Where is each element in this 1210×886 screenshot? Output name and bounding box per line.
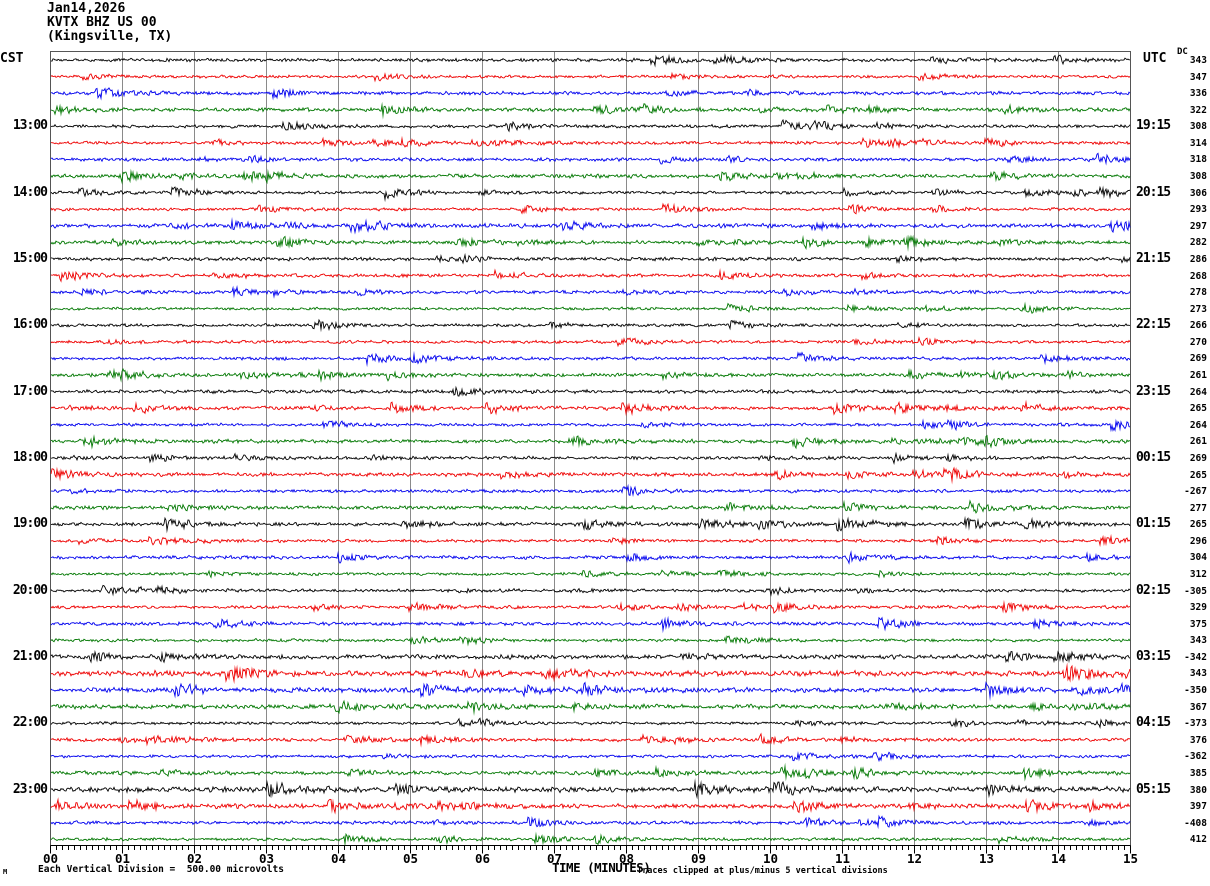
header-station: KVTX BHZ US 00: [47, 15, 157, 30]
cst-hour-label: 23:00: [12, 781, 48, 797]
dc-offset-value: 343: [1189, 635, 1207, 647]
dc-offset-value: 322: [1189, 104, 1207, 116]
vertical-division-scale-note: Each Vertical Division = 500.00 microvol…: [38, 864, 284, 875]
x-axis-tick-label: 10: [762, 851, 779, 866]
x-axis-tick-label: 13: [978, 851, 995, 866]
dc-offset-value: 293: [1189, 204, 1207, 216]
cst-hour-label: 15:00: [12, 250, 48, 266]
cst-hour-label: 13:00: [12, 118, 48, 134]
dc-offset-value: 265: [1189, 519, 1207, 531]
dc-offset-value: 261: [1189, 370, 1207, 382]
x-axis-tick-label: 12: [906, 851, 923, 866]
seismogram-plot-canvas: [0, 0, 1210, 886]
dc-offset-value: 329: [1189, 602, 1207, 614]
x-axis-title: TIME (MINUTES): [552, 860, 651, 875]
dc-offset-value: 277: [1189, 502, 1207, 514]
dc-offset-value: 308: [1189, 121, 1207, 133]
dc-offset-value: 264: [1189, 419, 1207, 431]
dc-offset-value: 306: [1189, 187, 1207, 199]
clipping-note: Traces clipped at plus/minus 5 vertical …: [637, 866, 888, 876]
left-axis-header-cst: CST: [0, 51, 24, 66]
dc-offset-value: -362: [1184, 751, 1207, 763]
cst-hour-label: 17:00: [12, 383, 48, 399]
helicorder-page: Jan14,2026 KVTX BHZ US 00 (Kingsville, T…: [0, 0, 1210, 886]
dc-offset-value: 314: [1189, 137, 1207, 149]
dc-offset-value: -267: [1184, 486, 1207, 498]
dc-offset-value: 268: [1189, 270, 1207, 282]
x-axis-tick-label: 11: [834, 851, 851, 866]
dc-offset-value: 261: [1189, 436, 1207, 448]
dc-offset-value: 265: [1189, 469, 1207, 481]
dc-offset-value: 286: [1189, 253, 1207, 265]
dc-offset-value: 296: [1189, 535, 1207, 547]
cst-hour-label: 18:00: [12, 449, 48, 465]
dc-offset-value: -408: [1184, 817, 1207, 829]
dc-offset-value: 308: [1189, 171, 1207, 183]
dc-offset-value: 265: [1189, 403, 1207, 415]
dc-offset-value: 343: [1189, 55, 1207, 66]
dc-offset-value: 304: [1189, 552, 1207, 564]
dc-offset-value: 282: [1189, 237, 1207, 249]
x-axis-tick-label: 06: [474, 851, 491, 866]
dc-offset-value: 412: [1189, 834, 1207, 846]
cst-hour-label: 22:00: [12, 715, 48, 731]
header-location: (Kingsville, TX): [47, 29, 173, 44]
cst-hour-label: 14:00: [12, 184, 48, 200]
dc-offset-value: 347: [1189, 71, 1207, 83]
dc-offset-value: 273: [1189, 303, 1207, 315]
cst-hour-label: 20:00: [12, 582, 48, 598]
dc-offset-value: 397: [1189, 801, 1207, 813]
dc-offset-value: 278: [1189, 287, 1207, 299]
x-axis-tick-label: 05: [402, 851, 419, 866]
right-axis-header-utc: UTC: [1143, 51, 1167, 66]
x-axis-tick-label: 14: [1050, 851, 1067, 866]
dc-offset-value: 269: [1189, 353, 1207, 365]
dc-offset-value: 297: [1189, 220, 1207, 232]
dc-offset-value: -305: [1184, 585, 1207, 597]
dc-offset-value: 376: [1189, 734, 1207, 746]
corner-mark: M: [3, 868, 8, 876]
dc-offset-value: 367: [1189, 701, 1207, 713]
cst-hour-label: 19:00: [12, 516, 48, 532]
x-axis-tick-label: 04: [330, 851, 347, 866]
dc-offset-value: 318: [1189, 154, 1207, 166]
dc-offset-value: -373: [1184, 718, 1207, 730]
header-date: Jan14,2026: [47, 1, 126, 16]
x-axis-tick-label: 15: [1122, 851, 1139, 866]
dc-offset-value: 336: [1189, 88, 1207, 100]
cst-hour-label: 21:00: [12, 648, 48, 664]
dc-offset-value: 380: [1189, 784, 1207, 796]
dc-offset-value: 312: [1189, 568, 1207, 580]
x-axis-tick-label: 09: [690, 851, 707, 866]
dc-offset-value: 264: [1189, 386, 1207, 398]
dc-offset-value: -342: [1184, 651, 1207, 663]
dc-offset-value: 266: [1189, 320, 1207, 332]
cst-hour-label: 16:00: [12, 317, 48, 333]
dc-offset-value: 269: [1189, 452, 1207, 464]
dc-offset-value: 385: [1189, 767, 1207, 779]
dc-offset-value: 270: [1189, 336, 1207, 348]
dc-offset-value: 343: [1189, 668, 1207, 680]
dc-offset-value: -350: [1184, 685, 1207, 697]
dc-offset-value: 375: [1189, 618, 1207, 630]
